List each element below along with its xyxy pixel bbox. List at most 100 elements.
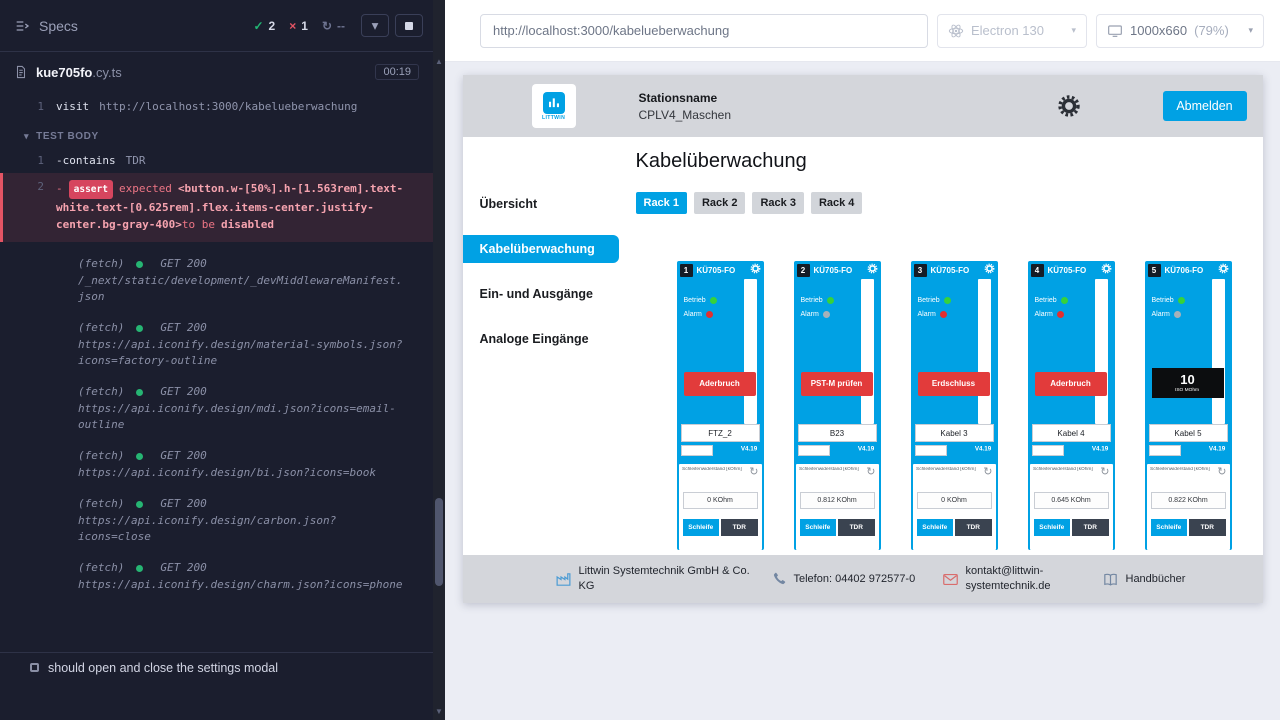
- betrieb-led: [944, 297, 951, 304]
- manuals-label: Handbücher: [1126, 572, 1186, 587]
- spec-filename[interactable]: kue705fo.cy.ts: [36, 65, 122, 80]
- collapse-all-button[interactable]: ▾: [361, 14, 389, 37]
- status-dot-icon: [136, 501, 143, 508]
- line-number: 1: [0, 152, 44, 169]
- tdr-button[interactable]: TDR: [721, 519, 758, 536]
- tdr-button[interactable]: TDR: [955, 519, 992, 536]
- card-number-badge: 4: [1031, 264, 1044, 277]
- manuals-link[interactable]: Handbücher: [1102, 571, 1186, 588]
- viewport-icon: [1107, 23, 1123, 39]
- preview-pane: Electron 130 ▾ 1000x660 (79%) ▾ LITTWIN …: [445, 0, 1280, 720]
- reporter-controls: ▾: [361, 14, 423, 37]
- cable-mini-box: [681, 445, 713, 456]
- fetch-head: (fetch) GET 200: [78, 384, 433, 400]
- schleife-button[interactable]: Schleife: [683, 519, 720, 536]
- command-visit[interactable]: 1 visit http://localhost:3000/kabelueber…: [0, 98, 433, 115]
- sidebar-item[interactable]: Analoge Eingänge: [463, 325, 619, 353]
- specs-menu-icon: [14, 18, 30, 34]
- url-input[interactable]: [480, 14, 928, 48]
- network-log-entry[interactable]: (fetch) GET 200 https://api.iconify.desi…: [78, 384, 433, 433]
- firmware-version: V4.19: [975, 446, 991, 452]
- app-under-test: LITTWIN Stationsname CPLV4_Maschen Abmel…: [463, 75, 1263, 603]
- device-card: 3 KÜ705-FO Betrieb Alarm Erdschluss Kabe…: [911, 261, 998, 550]
- rack-tab[interactable]: Rack 1: [636, 192, 687, 214]
- measurement-panel: Schleifenwiderstand [kOhm] ↻ 0.812 KOhm …: [796, 464, 879, 550]
- sidebar-item[interactable]: Ein- und Ausgänge: [463, 280, 619, 308]
- rack-tab[interactable]: Rack 2: [694, 192, 745, 214]
- tdr-button[interactable]: TDR: [838, 519, 875, 536]
- schleife-button[interactable]: Schleife: [800, 519, 837, 536]
- viewport-select[interactable]: 1000x660 (79%) ▾: [1096, 14, 1264, 48]
- alarm-indicator: Alarm: [918, 311, 947, 318]
- card-settings-gear-icon[interactable]: [1218, 263, 1229, 274]
- scrollbar-thumb[interactable]: [435, 498, 443, 586]
- station-info: Stationsname CPLV4_Maschen: [639, 91, 732, 122]
- footer-company: Littwin Systemtechnik GmbH & Co. KG: [555, 564, 751, 594]
- iso-value: 10: [1180, 373, 1194, 387]
- scroll-up-icon[interactable]: ▲: [433, 56, 445, 68]
- sidebar-item[interactable]: Kabelüberwachung: [463, 235, 619, 263]
- company-name: Littwin Systemtechnik GmbH & Co. KG: [579, 564, 751, 594]
- betrieb-led: [710, 297, 717, 304]
- command-assert-failed[interactable]: 2 -assertexpected<button.w-[50%].h-[1.56…: [0, 173, 433, 242]
- refresh-icon[interactable]: ↻: [1217, 465, 1226, 478]
- phone-number: Telefon: 04402 972577-0: [794, 572, 920, 587]
- fetch-url: https://api.iconify.design/charm.json?ic…: [78, 577, 403, 593]
- littwin-logo-icon: [543, 92, 565, 114]
- network-log-entry[interactable]: (fetch) GET 200 /_next/static/developmen…: [78, 256, 433, 305]
- cypress-reporter: Specs ✓ 2 × 1 ↻ -- ▾ kue705fo.cy.ts 00:1: [0, 0, 433, 720]
- stop-button[interactable]: [395, 14, 423, 37]
- settings-gear-icon[interactable]: [1057, 94, 1081, 118]
- fetch-status: GET 200: [160, 496, 206, 512]
- refresh-icon[interactable]: ↻: [983, 465, 992, 478]
- measurement-label: Schleifenwiderstand [kOhm]: [916, 467, 993, 472]
- electron-icon: [948, 23, 964, 39]
- cable-name: Kabel 4: [1032, 424, 1111, 442]
- command-log: 1 visit http://localhost:3000/kabelueber…: [0, 92, 433, 652]
- network-log-entry[interactable]: (fetch) GET 200 https://api.iconify.desi…: [78, 448, 433, 481]
- specs-menu-button[interactable]: Specs: [14, 18, 78, 34]
- schleife-button[interactable]: Schleife: [1151, 519, 1188, 536]
- card-settings-gear-icon[interactable]: [1101, 263, 1112, 274]
- tdr-button[interactable]: TDR: [1189, 519, 1226, 536]
- schleife-button[interactable]: Schleife: [917, 519, 954, 536]
- reporter-scrollbar[interactable]: ▲ ▼: [433, 0, 445, 720]
- sidebar-item[interactable]: Übersicht: [463, 190, 619, 218]
- line-number: 1: [0, 98, 44, 115]
- schleife-button[interactable]: Schleife: [1034, 519, 1071, 536]
- assert-message: -assertexpected<button.w-[50%].h-[1.563r…: [56, 180, 408, 233]
- device-model: KÜ705-FO: [1048, 266, 1087, 275]
- browser-select[interactable]: Electron 130 ▾: [937, 14, 1087, 48]
- card-settings-gear-icon[interactable]: [750, 263, 761, 274]
- card-settings-gear-icon[interactable]: [867, 263, 878, 274]
- refresh-icon[interactable]: ↻: [749, 465, 758, 478]
- factory-icon: [555, 571, 572, 588]
- status-alert: Erdschluss: [918, 372, 990, 396]
- tdr-button[interactable]: TDR: [1072, 519, 1109, 536]
- refresh-icon[interactable]: ↻: [1100, 465, 1109, 478]
- network-log-entry[interactable]: (fetch) GET 200 https://api.iconify.desi…: [78, 560, 433, 593]
- betrieb-label: Betrieb: [801, 297, 823, 304]
- network-log-entry[interactable]: (fetch) GET 200 https://api.iconify.desi…: [78, 320, 433, 369]
- cable-strip: [861, 279, 874, 424]
- spec-file-icon: [14, 65, 28, 79]
- fetch-tag: (fetch): [78, 560, 124, 576]
- scroll-down-icon[interactable]: ▼: [433, 706, 445, 718]
- status-dot-icon: [136, 261, 143, 268]
- logout-button[interactable]: Abmelden: [1163, 91, 1247, 121]
- test-body-section[interactable]: ▾ TEST BODY: [0, 131, 433, 142]
- betrieb-label: Betrieb: [918, 297, 940, 304]
- app-sidebar: Übersicht Kabelüberwachung Ein- und Ausg…: [463, 137, 619, 555]
- card-settings-gear-icon[interactable]: [984, 263, 995, 274]
- network-log-entry[interactable]: (fetch) GET 200 https://api.iconify.desi…: [78, 496, 433, 545]
- fetch-head: (fetch) GET 200: [78, 256, 433, 272]
- stop-icon: [405, 22, 413, 30]
- command-contains[interactable]: 1 -contains TDR: [0, 152, 433, 169]
- betrieb-indicator: Betrieb: [1035, 297, 1068, 304]
- status-alert: Aderbruch: [684, 372, 756, 396]
- sidebar-item-label: Analoge Eingänge: [480, 332, 589, 346]
- refresh-icon[interactable]: ↻: [866, 465, 875, 478]
- next-test-row[interactable]: should open and close the settings modal: [0, 652, 433, 682]
- rack-tab[interactable]: Rack 4: [811, 192, 862, 214]
- rack-tab[interactable]: Rack 3: [752, 192, 803, 214]
